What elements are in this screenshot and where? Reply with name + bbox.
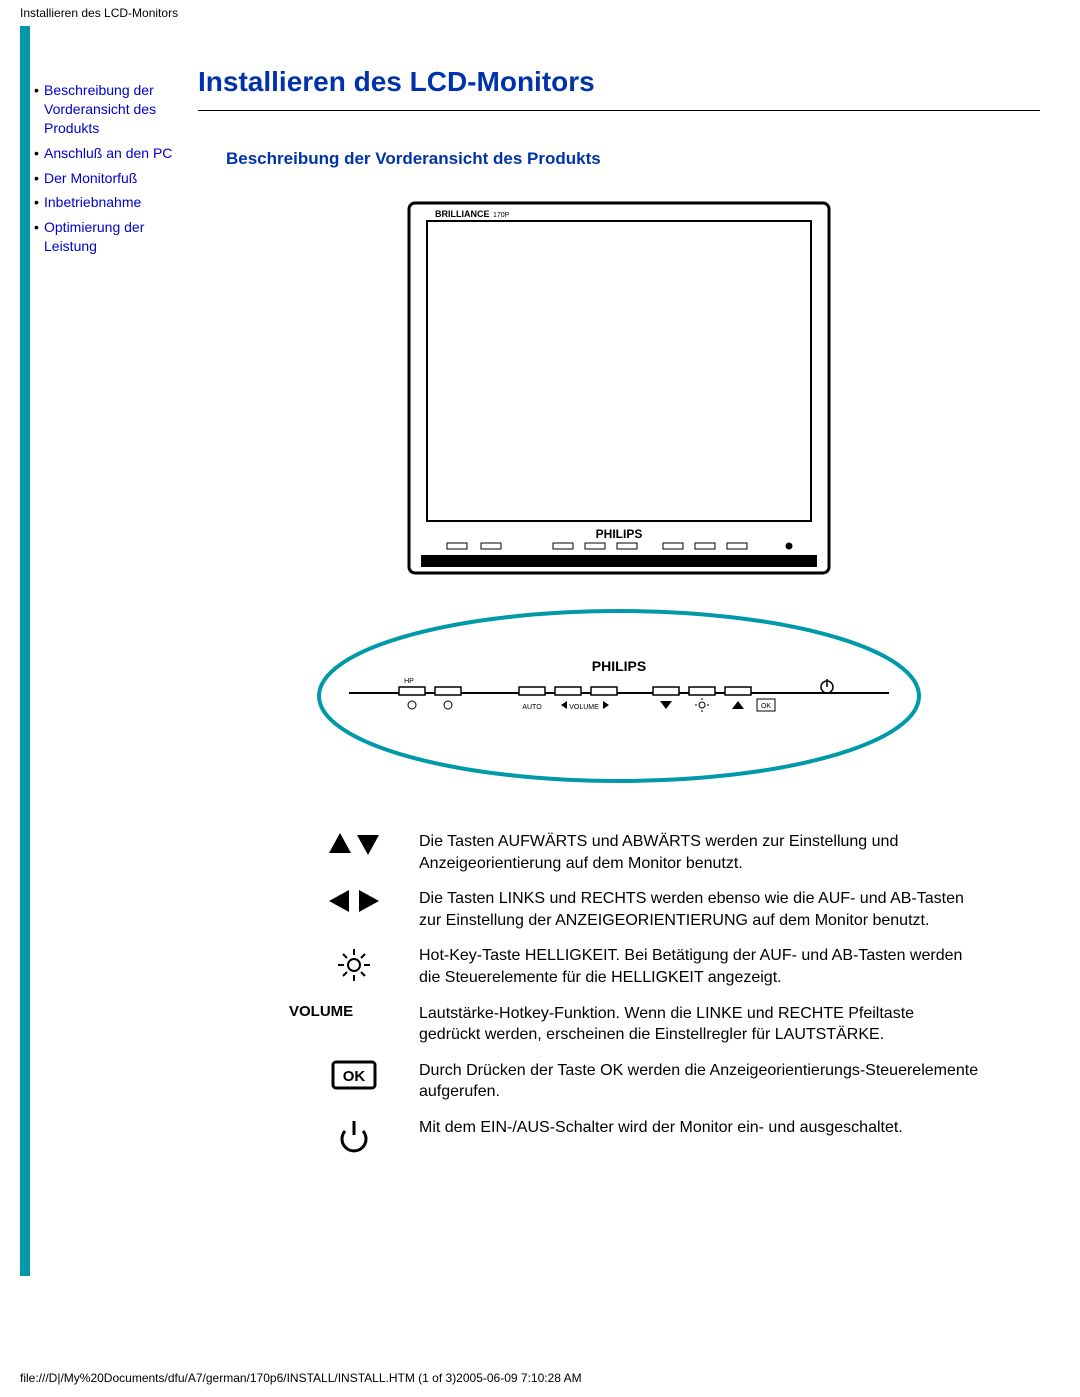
accent-bar [20, 26, 30, 1276]
legend-row-leftright: Die Tasten LINKS und RECHTS werden ebens… [259, 888, 979, 931]
main-content: Installieren des LCD-Monitors Beschreibu… [178, 26, 1080, 1167]
volume-label-icon: VOLUME [259, 1003, 419, 1020]
legend-text: Mit dem EIN-/AUS-Schalter wird der Monit… [419, 1117, 979, 1139]
left-right-icon [259, 888, 419, 914]
button-legend: Die Tasten AUFWÄRTS und ABWÄRTS werden z… [259, 831, 979, 1153]
brightness-icon [259, 945, 419, 985]
panel-label-auto: AUTO [522, 704, 542, 711]
legend-row-power: Mit dem EIN-/AUS-Schalter wird der Monit… [259, 1117, 979, 1153]
monitor-front-figure: BRILLIANCE 170P PHILIPS [198, 193, 1040, 583]
page-title: Installieren des LCD-Monitors [198, 66, 1040, 98]
volume-label: VOLUME [289, 1003, 353, 1020]
sidebar-link[interactable]: Beschreibung der Vorderansicht des Produ… [44, 81, 174, 138]
brand-label: PHILIPS [596, 527, 643, 541]
legend-row-brightness: Hot-Key-Taste HELLIGKEIT. Bei Betätigung… [259, 945, 979, 988]
sidebar-item-pc-connect[interactable]: Anschluß an den PC [34, 144, 174, 163]
sidebar-item-stand[interactable]: Der Monitorfuß [34, 169, 174, 188]
panel-label-volume: VOLUME [569, 704, 599, 711]
ok-icon: OK [259, 1060, 419, 1090]
title-divider [198, 110, 1040, 111]
svg-text:HP: HP [404, 678, 414, 685]
zoom-brand-label: PHILIPS [592, 658, 646, 674]
sidebar-item-front-desc[interactable]: Beschreibung der Vorderansicht des Produ… [34, 81, 174, 138]
sidebar-link[interactable]: Anschluß an den PC [44, 144, 172, 163]
legend-text: Hot-Key-Taste HELLIGKEIT. Bei Betätigung… [419, 945, 979, 988]
footer-file-path: file:///D|/My%20Documents/dfu/A7/german/… [20, 1371, 582, 1385]
legend-row-updown: Die Tasten AUFWÄRTS und ABWÄRTS werden z… [259, 831, 979, 874]
legend-text: Lautstärke-Hotkey-Funktion. Wenn die LIN… [419, 1003, 979, 1046]
sidebar-link[interactable]: Optimierung der Leistung [44, 218, 174, 256]
sidebar-nav: Beschreibung der Vorderansicht des Produ… [30, 26, 178, 262]
sidebar-item-optimize[interactable]: Optimierung der Leistung [34, 218, 174, 256]
bezel-model-label: BRILLIANCE [435, 209, 490, 219]
sidebar-item-startup[interactable]: Inbetriebnahme [34, 193, 174, 212]
svg-text:OK: OK [343, 1068, 366, 1085]
sidebar-link[interactable]: Der Monitorfuß [44, 169, 137, 188]
section-heading: Beschreibung der Vorderansicht des Produ… [226, 149, 1040, 169]
power-icon [259, 1117, 419, 1153]
legend-row-ok: OK Durch Drücken der Taste OK werden die… [259, 1060, 979, 1103]
bezel-model-suffix: 170P [493, 212, 510, 219]
up-down-icon [259, 831, 419, 857]
legend-text: Die Tasten AUFWÄRTS und ABWÄRTS werden z… [419, 831, 979, 874]
legend-row-volume: VOLUME Lautstärke-Hotkey-Funktion. Wenn … [259, 1003, 979, 1046]
button-panel-zoom: PHILIPS [198, 601, 1040, 791]
sidebar-link[interactable]: Inbetriebnahme [44, 193, 141, 212]
legend-text: Die Tasten LINKS und RECHTS werden ebens… [419, 888, 979, 931]
legend-text: Durch Drücken der Taste OK werden die An… [419, 1060, 979, 1103]
svg-text:OK: OK [761, 703, 771, 710]
browser-title: Installieren des LCD-Monitors [0, 0, 1080, 26]
